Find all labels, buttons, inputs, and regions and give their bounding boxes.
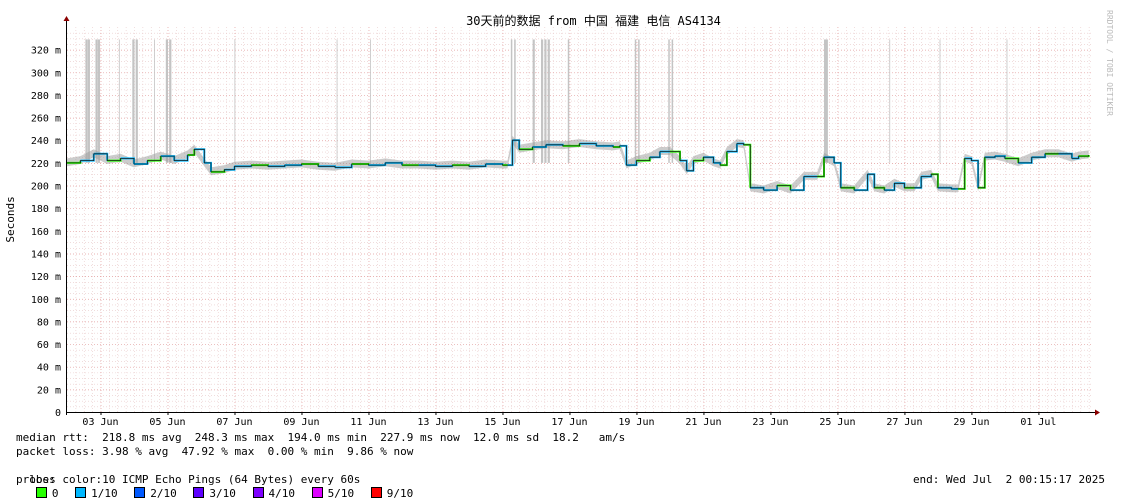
y-tick-label: 140 m xyxy=(31,249,61,260)
loss-color-swatch xyxy=(311,487,323,498)
loss-color-swatch xyxy=(75,487,87,498)
loss-color-swatch xyxy=(193,487,205,498)
x-tick-label: 17 Jun xyxy=(551,417,587,428)
y-tick-label: 40 m xyxy=(37,363,61,374)
loss-spike xyxy=(1006,39,1008,163)
x-tick-label: 05 Jun xyxy=(149,417,185,428)
loss-spike xyxy=(87,39,90,163)
median-rtt-line: median rtt: 218.8 ms avg 248.3 ms max 19… xyxy=(16,431,626,444)
y-tick-label: 320 m xyxy=(31,46,61,57)
loss-spike xyxy=(95,39,98,163)
latency-chart: 0 20 m 40 m 60 m 80 m 100 m 120 m 140 m 160 m 180… xyxy=(4,13,1100,428)
loss-spike xyxy=(118,39,120,163)
y-tick-label: 100 m xyxy=(31,295,61,306)
loss-spike xyxy=(97,39,101,163)
x-tick-label: 25 Jun xyxy=(819,417,855,428)
loss-spike xyxy=(85,39,88,163)
chart-title: 30天前的数据 from 中国 福建 电信 AS4134 xyxy=(466,13,721,28)
loss-spike xyxy=(668,39,670,163)
y-axis-label: Seconds xyxy=(4,196,17,242)
x-tick-label: 09 Jun xyxy=(283,417,319,428)
y-tick-label: 80 m xyxy=(37,317,61,328)
y-tick-label: 180 m xyxy=(31,204,61,215)
x-tick-label: 15 Jun xyxy=(484,417,520,428)
loss-color-swatch xyxy=(35,487,47,498)
y-tick-label: 200 m xyxy=(31,182,61,193)
x-tick-label: 01 Jul xyxy=(1020,417,1056,428)
y-tick-label: 280 m xyxy=(31,91,61,102)
x-tick-label: 13 Jun xyxy=(417,417,453,428)
loss-spike xyxy=(169,39,172,163)
y-tick-label: 300 m xyxy=(31,68,61,79)
watermark-text: RRDTOOL / TOBI OETIKER xyxy=(1105,10,1114,116)
y-tick-label: 220 m xyxy=(31,159,61,170)
rrdtool-watermark: RRDTOOL / TOBI OETIKER xyxy=(1104,6,1116,126)
y-tick-label: 0 xyxy=(55,408,61,419)
loss-spike xyxy=(889,39,891,163)
loss-spike xyxy=(165,39,169,163)
y-tick-label: 260 m xyxy=(31,114,61,125)
loss-spike xyxy=(132,39,135,163)
loss-spike xyxy=(825,39,828,163)
x-tick-label: 29 Jun xyxy=(953,417,989,428)
y-tick-label: 20 m xyxy=(37,385,61,396)
x-tick-label: 11 Jun xyxy=(350,417,386,428)
loss-spike xyxy=(234,39,236,163)
x-tick-label: 27 Jun xyxy=(886,417,922,428)
y-tick-label: 60 m xyxy=(37,340,61,351)
packet-loss-line: packet loss: 3.98 % avg 47.92 % max 0.00… xyxy=(16,445,414,458)
rtt-smoke-band xyxy=(67,135,1089,194)
loss-color-swatch xyxy=(134,487,146,498)
loss-spike xyxy=(154,39,155,163)
x-tick-label: 19 Jun xyxy=(618,417,654,428)
y-tick-label: 160 m xyxy=(31,227,61,238)
x-axis-arrow xyxy=(1095,409,1100,416)
loss-spike xyxy=(336,39,338,163)
loss-spike xyxy=(939,39,941,163)
loss-color-legend: loss color: 0 1/10 2/10 3/10 4/10 5/10 9… xyxy=(16,459,423,500)
loss-color-swatch xyxy=(252,487,264,498)
y-axis-arrow xyxy=(63,16,70,21)
end-timestamp: end: Wed Jul 2 00:15:17 2025 xyxy=(912,473,1105,486)
loss-spike xyxy=(370,39,371,163)
y-tick-label: 120 m xyxy=(31,272,61,283)
y-tick-label: 240 m xyxy=(31,136,61,147)
loss-spike xyxy=(135,39,138,163)
loss-color-swatch xyxy=(370,487,382,498)
probe-line: probe: 10 ICMP Echo Pings (64 Bytes) eve… xyxy=(16,473,361,486)
x-tick-label: 07 Jun xyxy=(216,417,252,428)
x-tick-label: 23 Jun xyxy=(752,417,788,428)
loss-spike xyxy=(671,39,674,163)
x-tick-label: 21 Jun xyxy=(685,417,721,428)
x-tick-label: 03 Jun xyxy=(82,417,118,428)
loss-spike xyxy=(638,39,640,163)
loss-spike xyxy=(634,39,637,163)
